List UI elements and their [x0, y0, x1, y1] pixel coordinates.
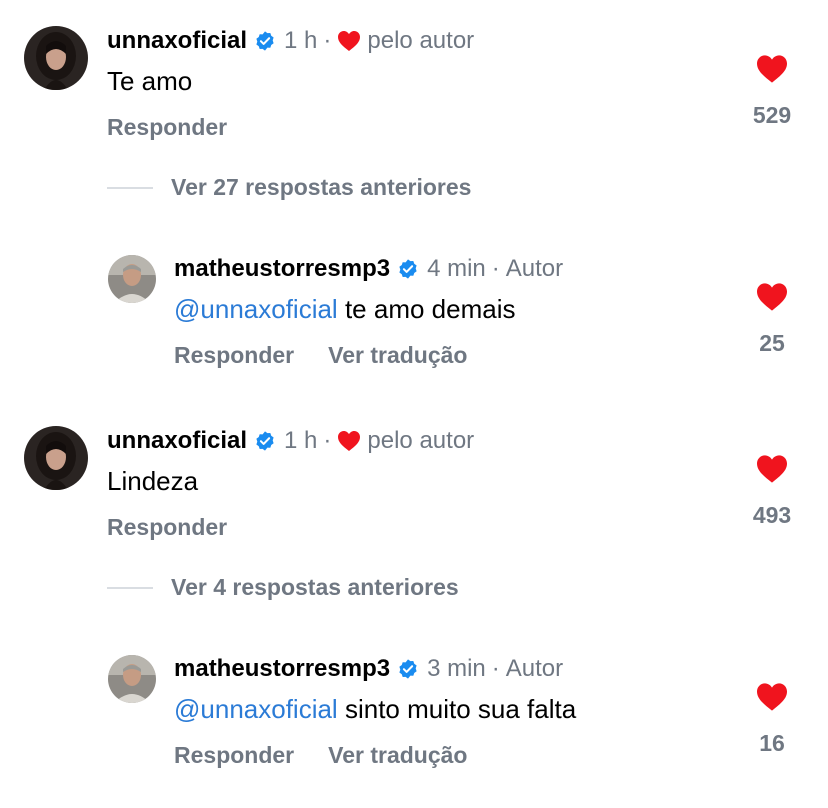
author-label: Autor [505, 255, 564, 282]
separator-dot: · [491, 255, 500, 282]
reply-meta: matheustorresmp3 4 min · Autor [174, 255, 563, 283]
reply-button[interactable]: Responder [107, 113, 227, 141]
username[interactable]: matheustorresmp3 [174, 655, 390, 683]
like-control: 25 [742, 282, 802, 357]
verified-badge-icon [254, 30, 276, 52]
like-heart-icon[interactable] [755, 682, 789, 712]
separator-dot: · [323, 27, 332, 54]
comment-text: Te amo [107, 66, 193, 96]
view-previous-replies-button[interactable]: Ver 4 respostas anteriores [107, 574, 459, 601]
timestamp: 1 h [284, 27, 318, 54]
liked-by-author-heart-icon [337, 30, 361, 52]
liked-by-author-heart-icon [337, 430, 361, 452]
like-heart-icon[interactable] [755, 282, 789, 312]
divider-line [107, 586, 153, 589]
view-previous-replies-label: Ver 27 respostas anteriores [171, 174, 472, 200]
translate-button[interactable]: Ver tradução [328, 741, 467, 769]
liked-by-author-label: pelo autor [367, 27, 475, 54]
like-control: 529 [742, 54, 802, 129]
timestamp: 3 min [427, 655, 486, 682]
comment-text: Lindeza [107, 466, 199, 496]
separator-dot: · [323, 427, 332, 454]
like-count[interactable]: 493 [753, 502, 791, 529]
comment-meta: unnaxoficial 1 h · pelo autor [107, 427, 474, 455]
avatar[interactable] [108, 255, 156, 303]
reply-text: @unnaxoficial te amo demais [174, 294, 515, 324]
user-avatar-image [108, 255, 156, 303]
comment: unnaxoficial 1 h · pelo autor Lindeza Re… [0, 400, 828, 540]
view-previous-replies-button[interactable]: Ver 27 respostas anteriores [107, 174, 471, 201]
verified-badge-icon [397, 258, 419, 280]
username[interactable]: unnaxoficial [107, 427, 247, 455]
reply-body: sinto muito sua falta [344, 694, 577, 724]
mention-link[interactable]: @unnaxoficial [174, 694, 338, 724]
username[interactable]: matheustorresmp3 [174, 255, 390, 283]
reply-body: te amo demais [344, 294, 516, 324]
reply-actions: Responder Ver tradução [174, 741, 467, 769]
author-label: Autor [505, 655, 564, 682]
reply-comment: matheustorresmp3 4 min · Autor @unnaxofi… [0, 228, 828, 368]
timestamp: 4 min [427, 255, 486, 282]
comment-actions: Responder [107, 113, 227, 141]
mention-link[interactable]: @unnaxoficial [174, 294, 338, 324]
avatar[interactable] [108, 655, 156, 703]
reply-button[interactable]: Responder [174, 341, 294, 369]
comment-actions: Responder [107, 513, 227, 541]
username[interactable]: unnaxoficial [107, 27, 247, 55]
verified-badge-icon [254, 430, 276, 452]
avatar[interactable] [24, 426, 88, 490]
user-avatar-image [24, 426, 88, 490]
user-avatar-image [24, 26, 88, 90]
timestamp: 1 h [284, 427, 318, 454]
like-heart-icon[interactable] [755, 54, 789, 84]
liked-by-author-label: pelo autor [367, 427, 475, 454]
reply-button[interactable]: Responder [174, 741, 294, 769]
like-count[interactable]: 16 [759, 730, 785, 757]
like-control: 16 [742, 682, 802, 757]
reply-actions: Responder Ver tradução [174, 341, 467, 369]
reply-text: @unnaxoficial sinto muito sua falta [174, 694, 576, 724]
reply-button[interactable]: Responder [107, 513, 227, 541]
reply-meta: matheustorresmp3 3 min · Autor [174, 655, 563, 683]
comment-meta: unnaxoficial 1 h · pelo autor [107, 27, 474, 55]
like-count[interactable]: 25 [759, 330, 785, 357]
avatar[interactable] [24, 26, 88, 90]
translate-button[interactable]: Ver tradução [328, 341, 467, 369]
verified-badge-icon [397, 658, 419, 680]
comment: unnaxoficial 1 h · pelo autor Te amo Res… [0, 0, 828, 140]
view-previous-replies-label: Ver 4 respostas anteriores [171, 574, 459, 600]
like-control: 493 [742, 454, 802, 529]
like-count[interactable]: 529 [753, 102, 791, 129]
like-heart-icon[interactable] [755, 454, 789, 484]
separator-dot: · [491, 655, 500, 682]
divider-line [107, 186, 153, 189]
reply-comment: matheustorresmp3 3 min · Autor @unnaxofi… [0, 628, 828, 768]
user-avatar-image [108, 655, 156, 703]
